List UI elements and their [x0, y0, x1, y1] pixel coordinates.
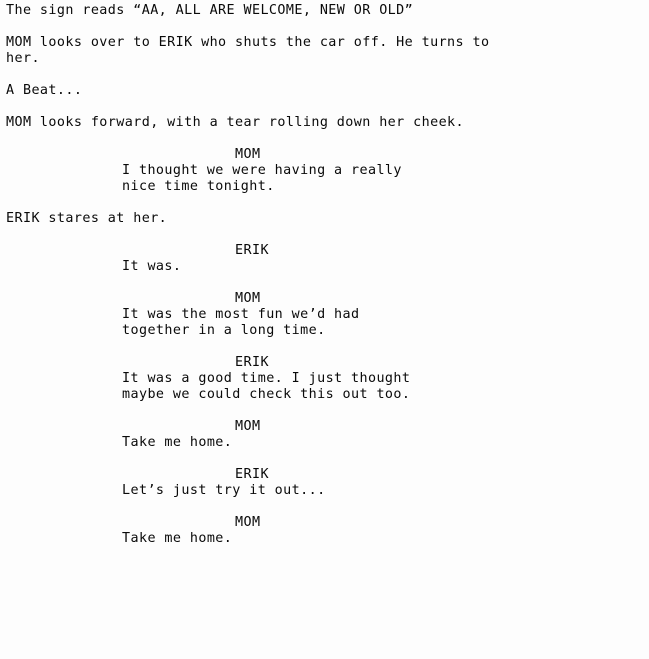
screenplay-page: The sign reads “AA, ALL ARE WELCOME, NEW…	[0, 0, 649, 659]
action-line: The sign reads “AA, ALL ARE WELCOME, NEW…	[6, 3, 414, 18]
action-line: MOM looks over to ERIK who shuts the car…	[6, 35, 490, 66]
dialogue-block: MOM It was the most fun we’d had togethe…	[6, 291, 649, 339]
dialogue-text: It was a good time. I just thought maybe…	[122, 371, 411, 402]
dialogue-block: ERIK Let’s just try it out...	[6, 467, 649, 499]
dialogue-text: Take me home.	[122, 531, 233, 546]
dialogue-text: It was the most fun we’d had together in…	[122, 307, 360, 338]
character-cue: ERIK	[235, 467, 269, 482]
character-cue: ERIK	[235, 355, 269, 370]
dialogue-block: MOM I thought we were having a really ni…	[6, 147, 649, 195]
character-cue: MOM	[235, 515, 261, 530]
action-line: ERIK stares at her.	[6, 211, 168, 226]
screenplay-body: The sign reads “AA, ALL ARE WELCOME, NEW…	[0, 0, 649, 563]
dialogue-text: Let’s just try it out...	[122, 483, 326, 498]
dialogue-text: It was.	[122, 259, 182, 274]
action-line: MOM looks forward, with a tear rolling d…	[6, 115, 465, 130]
character-cue: ERIK	[235, 243, 269, 258]
dialogue-block: ERIK It was a good time. I just thought …	[6, 355, 649, 403]
action-line: A Beat...	[6, 83, 83, 98]
dialogue-block: ERIK It was.	[6, 243, 649, 275]
dialogue-block: MOM Take me home.	[6, 515, 649, 547]
character-cue: MOM	[235, 291, 261, 306]
dialogue-block: MOM Take me home.	[6, 419, 649, 451]
character-cue: MOM	[235, 147, 261, 162]
dialogue-text: I thought we were having a really nice t…	[122, 163, 402, 194]
character-cue: MOM	[235, 419, 261, 434]
dialogue-text: Take me home.	[122, 435, 233, 450]
